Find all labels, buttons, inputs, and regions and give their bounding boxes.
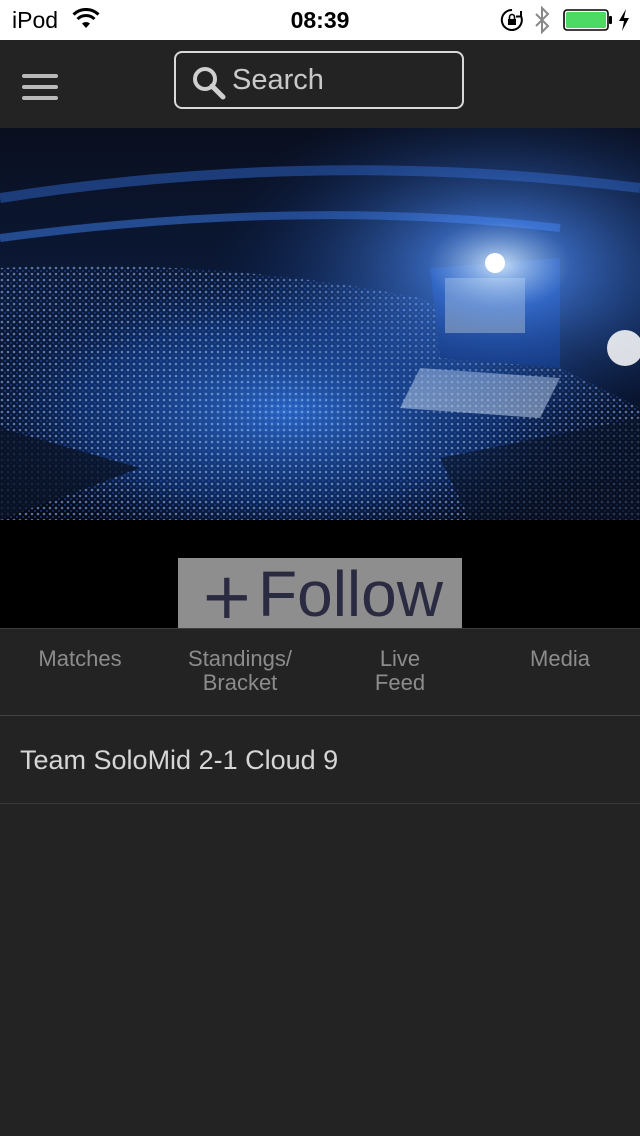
- menu-icon-line: [22, 85, 58, 89]
- tab-live-feed[interactable]: Live Feed: [320, 629, 480, 715]
- search-box[interactable]: [174, 51, 464, 109]
- charging-icon: [617, 8, 631, 37]
- follow-section: + Follow: [0, 520, 640, 632]
- status-bar: iPod 08:39: [0, 0, 640, 40]
- battery-icon: [563, 9, 613, 36]
- match-result-label: Team SoloMid 2-1 Cloud 9: [20, 745, 339, 775]
- menu-icon-line: [22, 74, 58, 78]
- follow-label: Follow: [258, 558, 443, 630]
- tab-matches[interactable]: Matches: [0, 629, 160, 715]
- bluetooth-icon: [534, 5, 550, 39]
- menu-button[interactable]: [22, 74, 58, 100]
- follow-button[interactable]: + Follow: [178, 558, 462, 632]
- hero-image: [0, 128, 640, 520]
- search-input[interactable]: [232, 61, 452, 99]
- plus-icon: +: [200, 560, 254, 634]
- list-item[interactable]: Team SoloMid 2-1 Cloud 9: [0, 716, 640, 804]
- search-icon: [192, 66, 226, 105]
- header-bar: [0, 40, 640, 128]
- tab-media[interactable]: Media: [480, 629, 640, 715]
- orientation-lock-icon: [500, 8, 524, 37]
- tab-standings-bracket[interactable]: Standings/ Bracket: [160, 629, 320, 715]
- tab-bar: Matches Standings/ Bracket Live Feed Med…: [0, 628, 640, 716]
- menu-icon-line: [22, 96, 58, 100]
